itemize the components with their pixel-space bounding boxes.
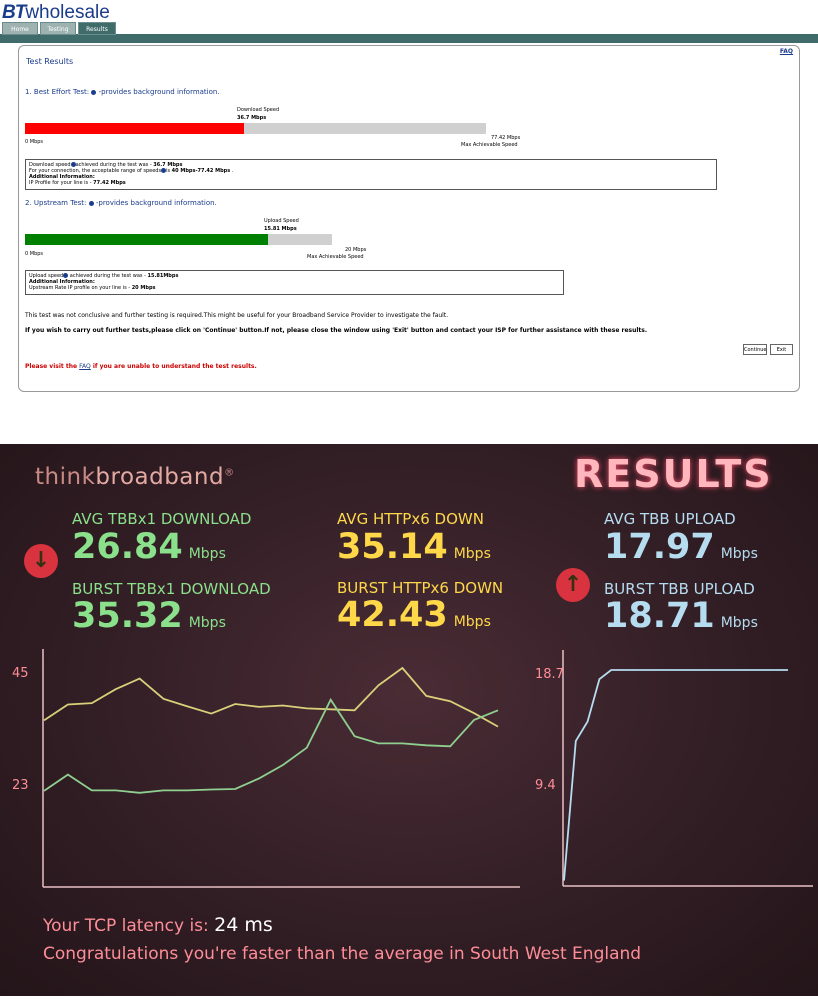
upload-max-value: 20 Mbps xyxy=(345,247,367,253)
series-line-0 xyxy=(43,666,499,728)
nav-bar xyxy=(0,34,818,43)
upload-heading: 2. Upstream Test: -provides background i… xyxy=(25,199,217,207)
download-min-label: 0 Mbps xyxy=(25,139,44,145)
download-bar-value: 36.7 Mbps xyxy=(237,115,267,121)
y-tick-label: 9.4 xyxy=(535,778,556,793)
y-tick-label: 23 xyxy=(12,778,29,793)
info-icon[interactable] xyxy=(88,200,94,206)
tab-testing[interactable]: Testing xyxy=(40,22,76,35)
faq-link[interactable]: FAQ xyxy=(780,48,793,55)
test-note: This test was not conclusive and further… xyxy=(25,312,449,319)
upload-bar-value: 15.81 Mbps xyxy=(264,226,297,232)
faq-inline-link[interactable]: FAQ xyxy=(79,363,91,370)
tab-results[interactable]: Results xyxy=(78,22,116,35)
thinkbroadband-logo: thinkbroadband® xyxy=(35,464,235,490)
congrats-message: Congratulations you're faster than the a… xyxy=(43,944,642,964)
upload-bar xyxy=(25,234,332,245)
results-panel: FAQ Test Results 1. Best Effort Test: -p… xyxy=(18,45,800,392)
download-bar xyxy=(25,123,486,134)
thinkbroadband-results: thinkbroadband® RESULTS ↓ ↑ AVG TBBx1 DO… xyxy=(0,444,818,996)
bt-logo: BTwholesale xyxy=(2,2,110,23)
avg-tbb-upload-value: 17.97 Mbps xyxy=(604,527,758,567)
download-bar-fill xyxy=(25,123,244,134)
avg-tbb-download-value: 26.84 Mbps xyxy=(72,527,226,567)
burst-tbb-download-value: 35.32 Mbps xyxy=(72,596,226,636)
upload-info-box: Upload speed achieved during the test wa… xyxy=(25,270,564,295)
y-tick-label: 45 xyxy=(12,666,29,681)
download-max-value: 77.42 Mbps xyxy=(491,135,521,141)
latency-readout: Your TCP latency is: 24 ms xyxy=(43,914,273,936)
avg-http-down-value: 35.14 Mbps xyxy=(337,527,491,567)
upload-bar-fill xyxy=(25,234,268,245)
continue-button[interactable]: Continue xyxy=(743,344,767,355)
tab-home[interactable]: Home xyxy=(2,22,38,35)
upload-max-label: Max Achievable Speed xyxy=(307,254,364,260)
faq-notice: Please visit the FAQ if you are unable t… xyxy=(25,363,257,370)
results-heading: RESULTS xyxy=(574,452,773,496)
avg-tbb-upload-label: AVG TBB UPLOAD xyxy=(604,510,736,528)
download-info-box: Download speed achieved during the test w… xyxy=(25,159,717,190)
burst-tbb-upload-value: 18.71 Mbps xyxy=(604,596,758,636)
series-line-1 xyxy=(43,697,499,794)
download-speed-chart: 45 23 xyxy=(12,649,520,888)
upload-min-label: 0 Mbps xyxy=(25,251,44,257)
y-tick-label: 18.7 xyxy=(535,667,564,682)
page-title: Test Results xyxy=(26,57,74,66)
avg-tbb-download-label: AVG TBBx1 DOWNLOAD xyxy=(72,510,252,528)
avg-http-down-label: AVG HTTPx6 DOWN xyxy=(337,510,484,528)
info-icon[interactable] xyxy=(91,89,97,95)
exit-button[interactable]: Exit xyxy=(770,344,793,355)
upload-bar-title: Upload Speed xyxy=(264,218,299,224)
bt-results-window: BTwholesale Home Testing Results FAQ Tes… xyxy=(0,0,818,443)
upload-speed-chart: 18.7 9.4 xyxy=(535,650,813,887)
download-arrow-icon: ↓ xyxy=(24,544,58,578)
test-instruction: If you wish to carry out further tests,p… xyxy=(25,327,648,334)
download-bar-title: Download Speed xyxy=(237,107,280,113)
download-max-label: Max Achievable Speed xyxy=(461,142,518,148)
upload-arrow-icon: ↑ xyxy=(556,568,590,602)
download-heading: 1. Best Effort Test: -provides backgroun… xyxy=(25,88,220,96)
burst-http-down-value: 42.43 Mbps xyxy=(337,595,491,635)
series-line-0 xyxy=(563,669,788,881)
